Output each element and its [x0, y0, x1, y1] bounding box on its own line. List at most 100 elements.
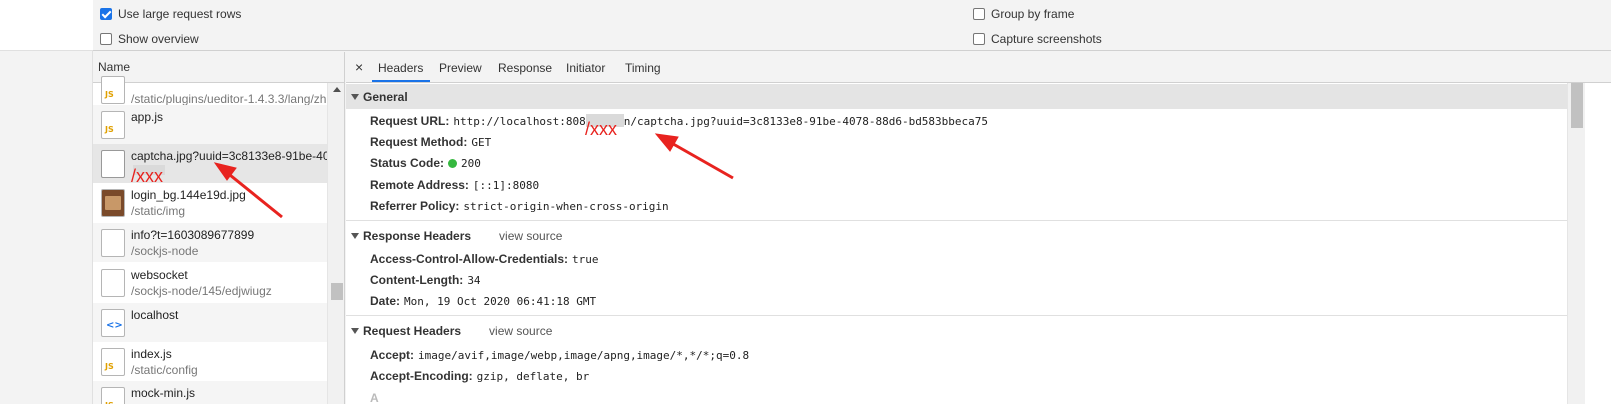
settings-bar: Use large request rows Show overview Gro…: [93, 0, 1611, 51]
request-name: info?t=1603089677899: [131, 228, 255, 242]
request-row[interactable]: websocket /sockjs-node/145/edjwiugz: [93, 263, 327, 302]
url-prefix: http://localhost:808: [453, 115, 586, 128]
request-path: /sockjs-node: [131, 244, 199, 258]
header-key: Referrer Policy:: [370, 199, 460, 213]
header-key: Request Method:: [370, 135, 468, 149]
request-row-selected[interactable]: captcha.jpg?uuid=3c8133e8-91be-407: [93, 144, 336, 183]
header-value: [::1]:8080: [472, 179, 540, 192]
tab-timing[interactable]: Timing: [625, 61, 661, 75]
js-file-icon: JS: [101, 348, 125, 376]
left-gutter-top: [0, 0, 93, 51]
header-value: http://localhost:808 n/captcha.jpg?uuid=3…: [453, 114, 989, 128]
request-path: /sockjs-node/145/edjwiugz: [131, 284, 272, 298]
expand-triangle-icon: [351, 93, 359, 100]
capture-screenshots-label: Capture screenshots: [991, 32, 1102, 46]
large-rows-label: Use large request rows: [118, 7, 242, 21]
generic-file-icon: [101, 269, 125, 297]
header-key: Accept:: [370, 348, 415, 362]
request-name: app.js: [131, 110, 164, 124]
tab-headers[interactable]: Headers: [378, 61, 423, 75]
request-path: /static/img: [131, 204, 186, 218]
section-divider: [346, 315, 1567, 316]
remote-address-row: Remote Address: [::1]:8080: [370, 178, 539, 192]
overview-option[interactable]: Show overview: [100, 32, 199, 46]
response-headers-section-header[interactable]: Response Headers view source: [346, 223, 1567, 248]
header-value: 200: [461, 157, 481, 170]
scroll-up-arrow-icon[interactable]: [333, 87, 341, 92]
group-by-frame-checkbox[interactable]: [973, 8, 985, 20]
header-value: true: [572, 253, 599, 266]
left-gutter: [0, 0, 93, 404]
request-row[interactable]: JS app.js: [93, 105, 327, 144]
general-section-header[interactable]: General: [346, 84, 1567, 109]
header-key: Status Code:: [370, 156, 445, 170]
request-name: localhost: [131, 308, 179, 322]
large-rows-option[interactable]: Use large request rows: [100, 7, 241, 21]
header-value: image/avif,image/webp,image/apng,image/*…: [418, 349, 750, 362]
header-key: Request URL:: [370, 114, 450, 128]
expand-triangle-icon: [351, 232, 359, 239]
group-by-frame-label: Group by frame: [991, 7, 1075, 21]
document-icon: <>: [101, 309, 125, 337]
annotation-list-note: /xxx: [131, 166, 164, 186]
request-row[interactable]: <> localhost: [93, 303, 327, 342]
request-path: /static/config: [131, 363, 198, 377]
group-by-frame-option[interactable]: Group by frame: [973, 7, 1074, 21]
generic-file-icon: [101, 229, 125, 257]
header-key: Date:: [370, 294, 401, 308]
request-name: login_bg.144e19d.jpg: [131, 188, 246, 202]
request-row[interactable]: info?t=1603089677899 /sockjs-node: [93, 223, 327, 262]
request-headers-title: Request Headers: [363, 323, 462, 338]
view-source-link[interactable]: view source: [489, 324, 552, 338]
response-header-row: Access-Control-Allow-Credentials: true: [370, 252, 599, 266]
image-file-icon: [101, 189, 125, 217]
request-detail-pane: × Headers Preview Response Initiator Tim…: [346, 52, 1611, 404]
general-title: General: [363, 89, 408, 104]
js-file-icon: JS: [101, 111, 125, 139]
status-ok-dot-icon: [448, 159, 458, 168]
detail-scrollbar[interactable]: [1567, 83, 1585, 404]
request-list: Name JS /static/plugins/ueditor-1.4.3.3/…: [93, 52, 345, 404]
request-path: /static/plugins/ueditor-1.4.3.3/lang/zh: [131, 92, 327, 106]
request-row[interactable]: JS /static/plugins/ueditor-1.4.3.3/lang/…: [93, 70, 327, 109]
url-suffix: n/captcha.jpg?uuid=3c8133e8-91be-4078-88…: [623, 115, 989, 128]
header-key: Access-Control-Allow-Credentials:: [370, 252, 569, 266]
active-tab-indicator: [372, 80, 430, 82]
view-source-link[interactable]: view source: [499, 229, 562, 243]
section-divider: [346, 220, 1567, 221]
header-value: strict-origin-when-cross-origin: [463, 200, 669, 213]
header-value: Mon, 19 Oct 2020 06:41:18 GMT: [404, 295, 597, 308]
header-key: Remote Address:: [370, 178, 469, 192]
tab-initiator[interactable]: Initiator: [566, 61, 605, 75]
request-url-row: Request URL: http://localhost:808 n/captch…: [370, 114, 988, 128]
response-headers-title: Response Headers: [363, 228, 472, 243]
detail-scroll-thumb[interactable]: [1571, 83, 1583, 128]
large-rows-checkbox[interactable]: [100, 8, 112, 20]
request-row[interactable]: JS index.js /static/config: [93, 342, 327, 381]
list-scrollbar[interactable]: [327, 83, 344, 404]
header-value: GET: [471, 136, 492, 149]
request-headers-section-header[interactable]: Request Headers view source: [346, 318, 1567, 343]
overview-checkbox[interactable]: [100, 33, 112, 45]
request-name: index.js: [131, 347, 172, 361]
broken-image-icon: [101, 150, 125, 178]
capture-screenshots-checkbox[interactable]: [973, 33, 985, 45]
request-header-row-partial: A: [370, 391, 379, 404]
request-header-row: Accept-Encoding: gzip, deflate, br: [370, 369, 589, 383]
tab-preview[interactable]: Preview: [439, 61, 482, 75]
status-code-row: Status Code: 200: [370, 156, 481, 170]
request-row[interactable]: JS mock-min.js: [93, 381, 327, 404]
request-name: captcha.jpg?uuid=3c8133e8-91be-407: [131, 149, 337, 163]
list-scroll-thumb[interactable]: [331, 283, 343, 300]
header-key: Content-Length:: [370, 273, 464, 287]
expand-triangle-icon: [351, 327, 359, 334]
request-method-row: Request Method: GET: [370, 135, 491, 149]
request-row[interactable]: login_bg.144e19d.jpg /static/img: [93, 183, 327, 222]
header-value: 34: [467, 274, 481, 287]
header-key: Accept-Encoding:: [370, 369, 473, 383]
capture-screenshots-option[interactable]: Capture screenshots: [973, 32, 1102, 46]
close-icon[interactable]: ×: [355, 59, 363, 75]
request-header-row: Accept: image/avif,image/webp,image/apng,…: [370, 348, 749, 362]
tab-response[interactable]: Response: [498, 61, 552, 75]
js-file-icon: JS: [101, 76, 125, 104]
